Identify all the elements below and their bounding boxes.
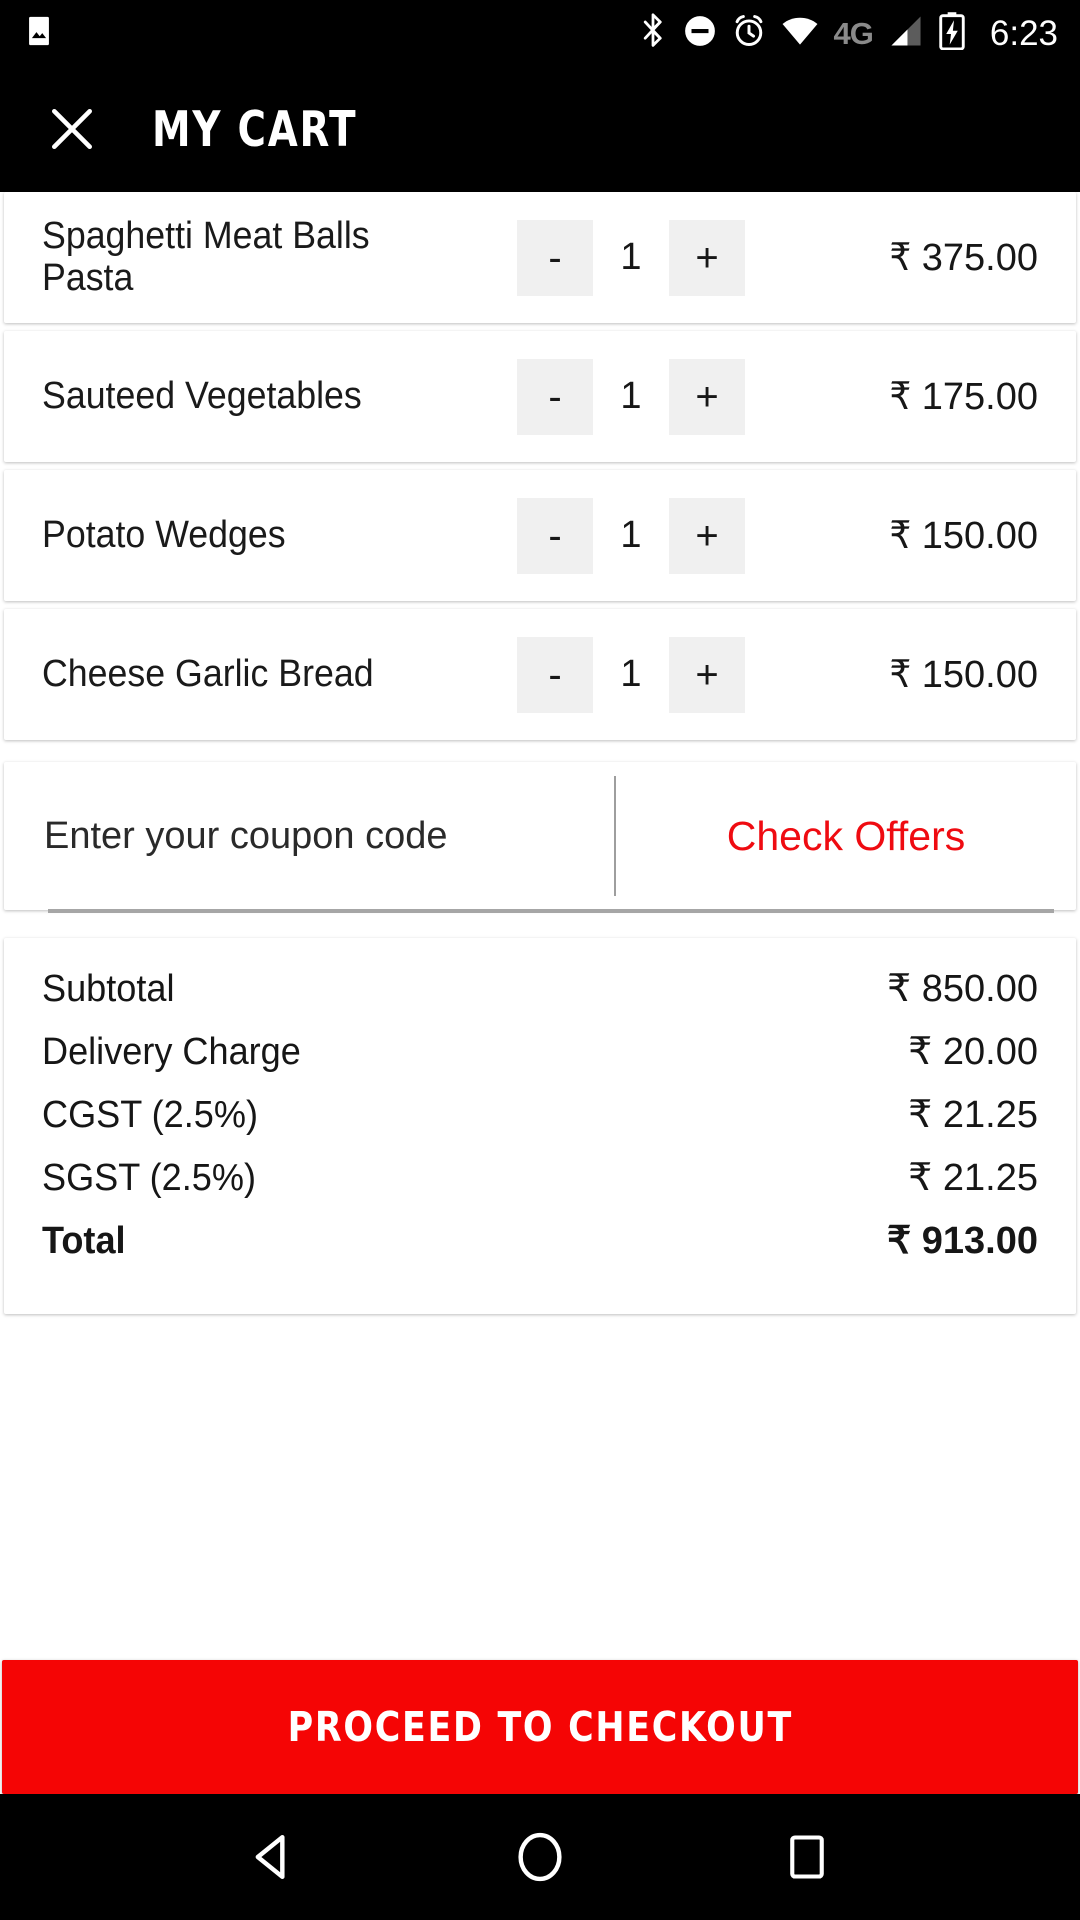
status-bar-right: 4G 6:23 [638, 11, 1058, 55]
coupon-input[interactable] [44, 814, 574, 858]
decrement-button[interactable]: - [517, 497, 593, 574]
item-name: Cheese Garlic Bread [42, 652, 374, 695]
network-type-label: 4G [833, 15, 874, 51]
image-icon [22, 14, 56, 53]
page-title: My Cart [152, 100, 358, 158]
status-bar-left [22, 14, 56, 53]
currency-symbol: ₹ [889, 235, 912, 279]
currency-symbol: ₹ [889, 652, 912, 696]
item-price-value: 175.00 [921, 376, 1038, 418]
summary-value: ₹ 21.25 [908, 1157, 1038, 1199]
cart-item-card: Cheese Garlic Bread - 1 + ₹ 150.00 [4, 609, 1076, 740]
quantity-value: 1 [620, 514, 642, 556]
quantity-value: 1 [620, 375, 642, 417]
do-not-disturb-icon [683, 14, 717, 53]
cart-item-card: Sauteed Vegetables - 1 + ₹ 175.00 [4, 331, 1076, 462]
quantity-value: 1 [620, 653, 642, 695]
total-value: ₹ 913.00 [887, 1220, 1038, 1262]
quantity-stepper: - 1 + [517, 219, 745, 296]
summary-label: CGST (2.5%) [42, 1094, 258, 1136]
coupon-input-wrapper [4, 762, 1054, 913]
summary-label: Subtotal [42, 968, 175, 1010]
summary-label: Delivery Charge [42, 1031, 301, 1073]
item-price-value: 150.00 [921, 654, 1038, 696]
summary-label: SGST (2.5%) [42, 1157, 257, 1199]
quantity-stepper: - 1 + [517, 358, 745, 435]
increment-button[interactable]: + [669, 497, 745, 574]
coupon-card: Check Offers [4, 762, 1076, 913]
coupon-input-underline [48, 909, 1054, 913]
cart-item-row: Potato Wedges - 1 + ₹ 150.00 [4, 470, 1076, 601]
summary-value: ₹ 21.25 [908, 1094, 1038, 1136]
phone-screen: 4G 6:23 My Cart [0, 0, 1080, 1920]
item-price: ₹ 150.00 [889, 652, 1038, 697]
home-circle-icon [518, 1832, 562, 1882]
check-offers-button[interactable]: Check Offers [616, 762, 1076, 910]
status-bar-clock: 6:23 [989, 13, 1058, 53]
quantity-stepper: - 1 + [517, 497, 745, 574]
nav-recents-button[interactable] [752, 1802, 862, 1912]
close-button[interactable] [40, 97, 104, 161]
item-name: Sauteed Vegetables [42, 374, 362, 417]
quantity-stepper: - 1 + [517, 636, 745, 713]
decrement-button[interactable]: - [517, 636, 593, 713]
cart-content: Spaghetti Meat Balls Pasta - 1 + ₹ 375.0… [0, 192, 1080, 1794]
recents-square-icon [789, 1835, 824, 1879]
summary-value: ₹ 20.00 [908, 1031, 1038, 1073]
nav-back-button[interactable] [218, 1802, 328, 1912]
item-name: Potato Wedges [42, 513, 286, 556]
cart-item-card: Potato Wedges - 1 + ₹ 150.00 [4, 470, 1076, 601]
close-icon [52, 109, 93, 149]
summary-row-cgst: CGST (2.5%) ₹ 21.25 [42, 1092, 1038, 1155]
item-price: ₹ 175.00 [889, 374, 1038, 419]
increment-button[interactable]: + [669, 636, 745, 713]
order-summary-card: Subtotal ₹ 850.00 Delivery Charge ₹ 20.0… [4, 938, 1076, 1314]
cart-item-row: Sauteed Vegetables - 1 + ₹ 175.00 [4, 331, 1076, 462]
increment-button[interactable]: + [669, 219, 745, 296]
item-name: Spaghetti Meat Balls Pasta [42, 215, 370, 299]
summary-row-sgst: SGST (2.5%) ₹ 21.25 [42, 1155, 1038, 1218]
item-price-value: 375.00 [921, 237, 1038, 279]
status-bar: 4G 6:23 [0, 0, 1080, 66]
item-price: ₹ 150.00 [889, 513, 1038, 558]
summary-value: ₹ 850.00 [887, 968, 1038, 1010]
summary-row-subtotal: Subtotal ₹ 850.00 [42, 966, 1038, 1029]
currency-symbol: ₹ [889, 374, 912, 418]
summary-row-delivery-charge: Delivery Charge ₹ 20.00 [42, 1029, 1038, 1092]
checkout-button-label: Proceed to Checkout [287, 1702, 793, 1751]
wifi-icon [781, 15, 819, 52]
bluetooth-icon [638, 12, 668, 54]
nav-home-button[interactable] [485, 1802, 595, 1912]
item-price-value: 150.00 [921, 515, 1038, 557]
decrement-button[interactable]: - [517, 219, 593, 296]
back-triangle-icon [255, 1834, 285, 1880]
quantity-value: 1 [620, 236, 642, 278]
currency-symbol: ₹ [889, 513, 912, 557]
android-navigation-bar [0, 1794, 1080, 1920]
proceed-to-checkout-button[interactable]: Proceed to Checkout [2, 1660, 1078, 1794]
cart-item-card: Spaghetti Meat Balls Pasta - 1 + ₹ 375.0… [4, 192, 1076, 323]
app-bar: My Cart [0, 66, 1080, 192]
signal-icon [888, 15, 924, 52]
summary-row-total: Total ₹ 913.00 [42, 1218, 1038, 1284]
item-price: ₹ 375.00 [889, 235, 1038, 280]
cart-item-row: Spaghetti Meat Balls Pasta - 1 + ₹ 375.0… [4, 192, 1076, 323]
alarm-icon [732, 14, 766, 53]
battery-charging-icon [939, 11, 965, 55]
cart-item-row: Cheese Garlic Bread - 1 + ₹ 150.00 [4, 609, 1076, 740]
increment-button[interactable]: + [669, 358, 745, 435]
decrement-button[interactable]: - [517, 358, 593, 435]
total-label: Total [42, 1220, 126, 1262]
